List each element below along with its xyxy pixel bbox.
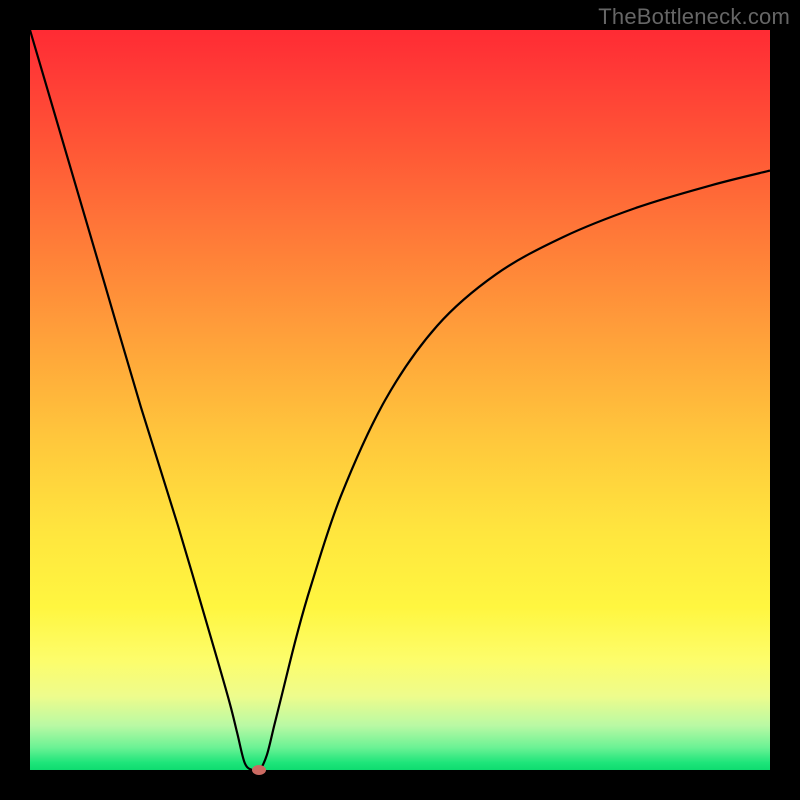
bottleneck-curve	[30, 30, 770, 770]
optimum-marker	[252, 765, 266, 775]
chart-frame: TheBottleneck.com	[0, 0, 800, 800]
attribution-watermark: TheBottleneck.com	[598, 4, 790, 30]
curve-line	[30, 30, 770, 771]
plot-area	[30, 30, 770, 770]
